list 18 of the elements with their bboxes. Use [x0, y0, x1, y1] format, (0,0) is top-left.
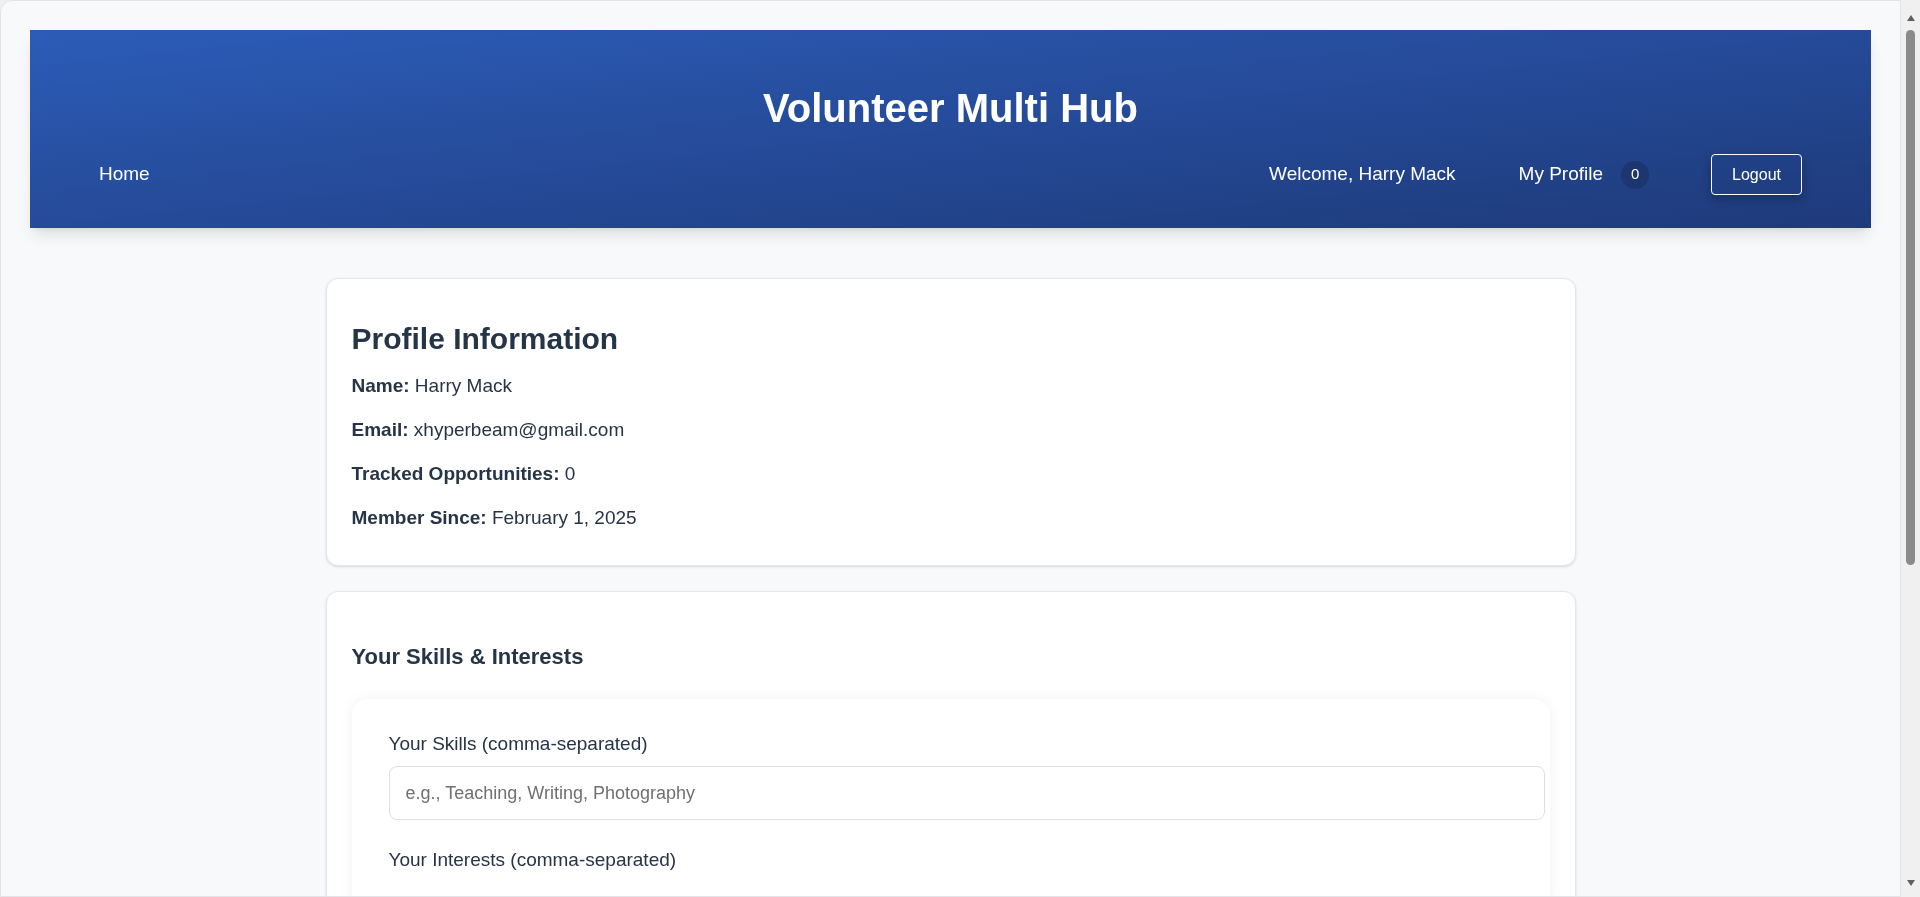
profile-field: Member Since: February 1, 2025: [351, 505, 1550, 531]
profile-field: Email: xhyperbeam@gmail.com: [351, 417, 1550, 443]
card-heading: Your Skills & Interests: [351, 643, 585, 671]
card-heading: Profile Information: [351, 321, 620, 357]
scroll-thumb[interactable]: [1906, 30, 1915, 565]
profile-field: Name: Harry Mack: [351, 373, 1550, 399]
my-profile-link[interactable]: My Profile: [1518, 160, 1604, 189]
site-title: Volunteer Multi Hub: [762, 85, 1139, 132]
logout-button[interactable]: Logout: [1711, 154, 1802, 195]
nav-link[interactable]: Home: [99, 160, 150, 189]
scroll-up-icon[interactable]: [1905, 14, 1916, 22]
scroll-down-icon[interactable]: [1905, 879, 1916, 887]
profile-field: Tracked Opportunities: 0: [351, 461, 1550, 487]
field-label: Your Skills (comma-separated): [388, 732, 649, 756]
count-badge: 0: [1621, 160, 1650, 189]
welcome-text: Welcome, Harry Mack: [1269, 162, 1456, 187]
field-label: Your Interests (comma-separated): [388, 848, 678, 872]
input-field[interactable]: e.g., Teaching, Writing, Photography: [388, 766, 1545, 820]
